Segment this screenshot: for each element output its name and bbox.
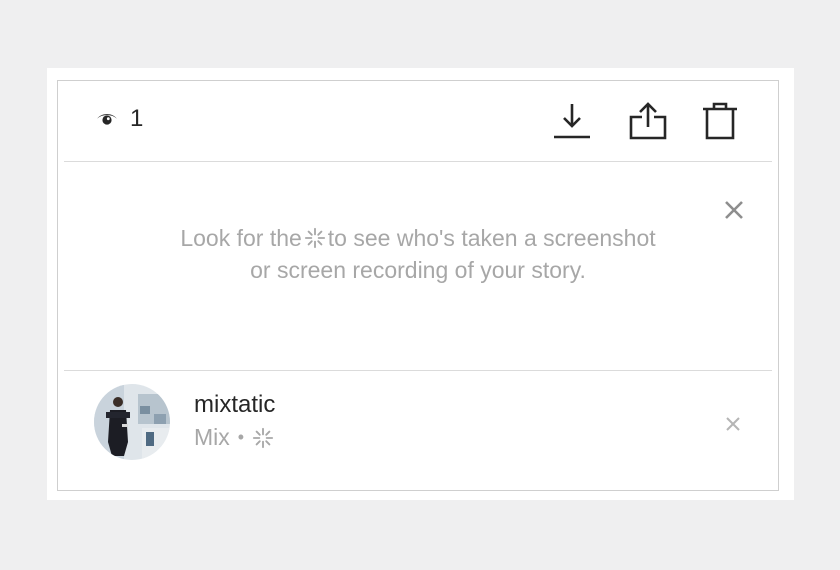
viewer-username[interactable]: mixtatic <box>194 391 275 419</box>
remove-viewer-button[interactable] <box>718 409 748 439</box>
separator-dot: • <box>237 427 245 447</box>
share-icon <box>629 102 667 140</box>
avatar-photo <box>94 384 170 460</box>
notice-message: Look for the to see who's taken a screen… <box>168 222 668 286</box>
screenshot-burst-icon <box>253 427 274 448</box>
story-toolbar: 1 <box>58 81 778 161</box>
dismiss-notice-button[interactable] <box>716 192 752 228</box>
screenshot-notice: Look for the to see who's taken a screen… <box>58 162 778 370</box>
story-viewers-panel: 1 Look for the to see who's taken a scre… <box>47 68 794 500</box>
viewer-row[interactable]: mixtatic Mix • <box>58 371 778 490</box>
viewer-subline: Mix • <box>194 424 274 451</box>
viewer-name: Mix <box>194 424 230 450</box>
view-count: 1 <box>96 107 143 131</box>
eye-icon <box>97 114 117 125</box>
delete-button[interactable] <box>698 99 742 143</box>
viewer-count: 1 <box>130 105 144 132</box>
download-icon <box>554 104 590 139</box>
download-button[interactable] <box>550 99 594 143</box>
story-viewers-card: 1 Look for the to see who's taken a scre… <box>57 80 779 491</box>
close-icon <box>726 417 740 431</box>
screenshot-burst-icon <box>304 227 325 249</box>
trash-icon <box>703 102 737 140</box>
close-icon <box>725 201 743 219</box>
notice-text-before: Look for the <box>180 225 302 251</box>
share-button[interactable] <box>626 99 670 143</box>
avatar[interactable] <box>94 384 170 460</box>
